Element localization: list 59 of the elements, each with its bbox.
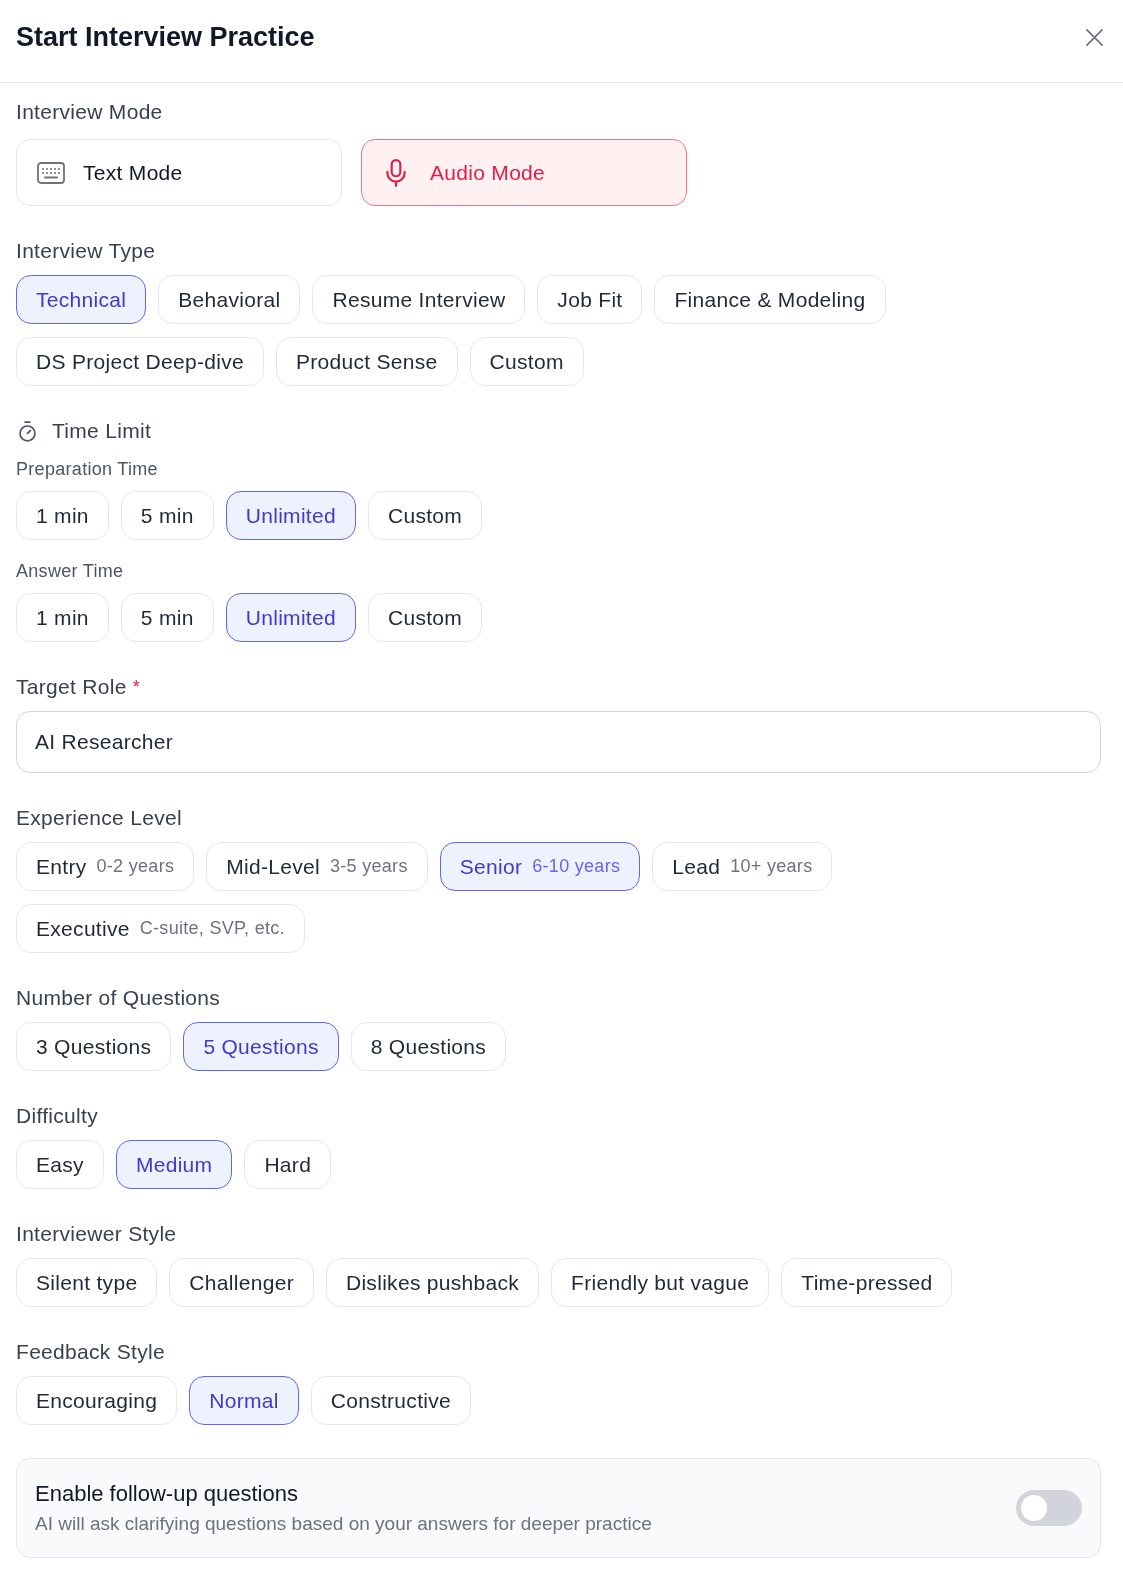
section-label: Target Role [16,674,127,700]
option-chip[interactable]: Product Sense [275,337,458,386]
section-label: Experience Level [16,805,183,831]
option-chip[interactable]: Constructive [310,1376,472,1425]
option-chip[interactable]: 8 Questions [350,1022,507,1071]
option-chip[interactable]: 1 min [16,593,109,642]
toggle-title: Enable follow-up questions [35,1480,299,1507]
option-chip[interactable]: Mid-Level 3-5 years [206,842,428,891]
option-chip[interactable]: Behavioral [158,275,301,324]
option-chip[interactable]: Job Fit [537,275,643,324]
section-label: Interview Mode [16,99,164,125]
option-chip[interactable]: Challenger [169,1258,314,1307]
close-button[interactable] [1083,26,1105,48]
option-chip[interactable]: Silent type [16,1258,158,1307]
section-label: Number of Questions [16,985,222,1011]
option-chip[interactable]: Custom [367,593,483,642]
target-role-input[interactable]: AI Researcher [16,711,1101,773]
group-label: Preparation Time [16,458,159,480]
section-label: Difficulty [16,1103,99,1129]
option-chip[interactable]: Custom [469,337,584,386]
option-chip[interactable]: Encouraging [16,1376,178,1425]
section-label: Interviewer Style [16,1221,178,1247]
option-chip[interactable]: Medium [115,1140,233,1189]
option-chip[interactable]: Time-pressed [781,1258,953,1307]
option-chip[interactable]: Normal [189,1376,299,1425]
option-chip[interactable]: Easy [16,1140,104,1189]
section-label: Time Limit [52,418,152,444]
required-mark: * [132,676,140,699]
option-chip[interactable]: Lead 10+ years [652,842,833,891]
option-chip[interactable]: Executive C-suite, SVP, etc. [16,904,305,953]
section-label: Feedback Style [16,1339,166,1365]
keyboard-icon [37,161,65,184]
close-icon [1084,27,1104,47]
option-chip[interactable]: 5 min [120,491,214,540]
toggle-switch[interactable] [1016,1490,1082,1526]
mode-card[interactable]: Audio Mode [361,139,687,206]
option-chip[interactable]: Entry 0-2 years [16,842,195,891]
option-chip[interactable]: DS Project Deep-dive [16,337,264,386]
group-label: Answer Time [16,560,125,582]
option-chip[interactable]: 5 min [120,593,214,642]
option-chip[interactable]: Resume Interview [312,275,526,324]
section-label: Interview Type [16,238,157,264]
option-chip[interactable]: 3 Questions [16,1022,172,1071]
dialog-title: Start Interview Practice [16,21,315,53]
option-chip[interactable]: Hard [244,1140,332,1189]
option-chip[interactable]: Finance & Modeling [654,275,886,324]
microphone-icon [386,158,406,187]
option-chip[interactable]: Unlimited [225,593,356,642]
option-chip[interactable]: Custom [367,491,483,540]
toggle-description: AI will ask clarifying questions based on your answers for deeper practice [35,1512,652,1536]
option-chip[interactable]: 5 Questions [183,1022,339,1071]
option-chip[interactable]: Senior 6-10 years [439,842,641,891]
timer-icon [18,420,37,442]
option-chip[interactable]: Friendly but vague [551,1258,770,1307]
option-chip[interactable]: Unlimited [225,491,356,540]
mode-card[interactable]: Text Mode [16,139,342,206]
option-chip[interactable]: Technical [16,275,147,324]
option-chip[interactable]: 1 min [16,491,109,540]
option-chip[interactable]: Dislikes pushback [325,1258,540,1307]
